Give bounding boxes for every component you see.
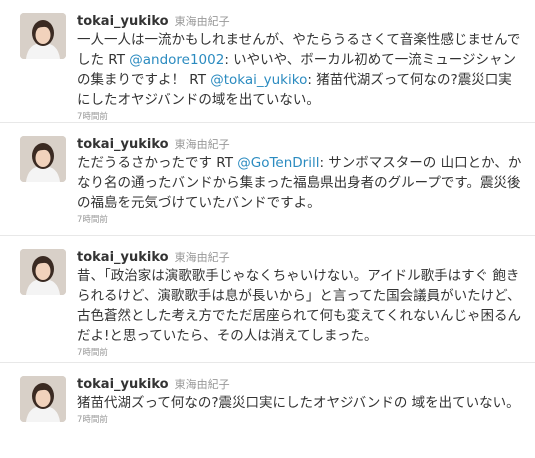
tweet-item: tokai_yukiko 東海由紀子 一人一人は一流かもしれませんが、やたらうるさ…: [0, 0, 535, 123]
tweet-text: 猪苗代湖ズって何なの?震災口実にしたオヤジバンドの 域を出ていない。: [77, 393, 525, 413]
tweet-timeline: tokai_yukiko 東海由紀子 一人一人は一流かもしれませんが、やたらうるさ…: [0, 0, 535, 458]
tweet-item: tokai_yukiko 東海由紀子 ただうるさかったです RT @GoTenDr…: [0, 123, 535, 236]
full-name: 東海由紀子: [174, 378, 230, 391]
tweet-header: tokai_yukiko 東海由紀子: [77, 11, 525, 29]
timestamp-link[interactable]: 7時間前: [77, 347, 525, 359]
screen-name-link[interactable]: tokai_yukiko: [77, 250, 169, 265]
profile-photo-icon: [20, 249, 66, 295]
tweet-text-segment: ただうるさかったです RT: [77, 155, 238, 171]
tweet-text: ただうるさかったです RT @GoTenDrill: サンボマスターの 山口とか…: [77, 153, 525, 213]
full-name: 東海由紀子: [174, 138, 230, 151]
screen-name-link[interactable]: tokai_yukiko: [77, 377, 169, 392]
tweet-content: tokai_yukiko 東海由紀子 ただうるさかったです RT @GoTenDr…: [77, 134, 525, 226]
tweet-text-segment: 昔、「政治家は演歌歌手じゃなくちゃいけない。アイドル歌手はすぐ 飽きられるけど、…: [77, 268, 522, 344]
tweet-item: tokai_yukiko 東海由紀子 昔、「政治家は演歌歌手じゃなくちゃいけない。…: [0, 236, 535, 363]
tweet-header: tokai_yukiko 東海由紀子: [77, 134, 525, 152]
tweet-content: tokai_yukiko 東海由紀子 昔、「政治家は演歌歌手じゃなくちゃいけない。…: [77, 247, 525, 359]
tweet-text: 昔、「政治家は演歌歌手じゃなくちゃいけない。アイドル歌手はすぐ 飽きられるけど、…: [77, 266, 525, 346]
avatar[interactable]: [20, 249, 66, 295]
timestamp-link[interactable]: 7時間前: [77, 414, 525, 426]
tweet-text: 一人一人は一流かもしれませんが、やたらうるさくて音楽性感じませんでした RT @…: [77, 30, 525, 110]
mention-link[interactable]: @andore1002: [129, 52, 224, 68]
tweet-content: tokai_yukiko 東海由紀子 一人一人は一流かもしれませんが、やたらうるさ…: [77, 11, 525, 123]
full-name: 東海由紀子: [174, 251, 230, 264]
profile-photo-icon: [20, 13, 66, 59]
screen-name-link[interactable]: tokai_yukiko: [77, 137, 169, 152]
timestamp-link[interactable]: 7時間前: [77, 214, 525, 226]
mention-link[interactable]: @GoTenDrill: [237, 155, 319, 171]
screen-name-link[interactable]: tokai_yukiko: [77, 14, 169, 29]
tweet-text-segment: 猪苗代湖ズって何なの?震災口実にしたオヤジバンドの 域を出ていない。: [77, 395, 520, 411]
avatar[interactable]: [20, 13, 66, 59]
tweet-content: tokai_yukiko 東海由紀子 猪苗代湖ズって何なの?震災口実にしたオヤジバ…: [77, 374, 525, 426]
profile-photo-icon: [20, 136, 66, 182]
tweet-header: tokai_yukiko 東海由紀子: [77, 374, 525, 392]
full-name: 東海由紀子: [174, 15, 230, 28]
avatar[interactable]: [20, 376, 66, 422]
avatar[interactable]: [20, 136, 66, 182]
timestamp-link[interactable]: 7時間前: [77, 111, 525, 123]
mention-link[interactable]: @tokai_yukiko: [210, 72, 307, 88]
tweet-header: tokai_yukiko 東海由紀子: [77, 247, 525, 265]
tweet-item: tokai_yukiko 東海由紀子 猪苗代湖ズって何なの?震災口実にしたオヤジバ…: [0, 363, 535, 458]
profile-photo-icon: [20, 376, 66, 422]
